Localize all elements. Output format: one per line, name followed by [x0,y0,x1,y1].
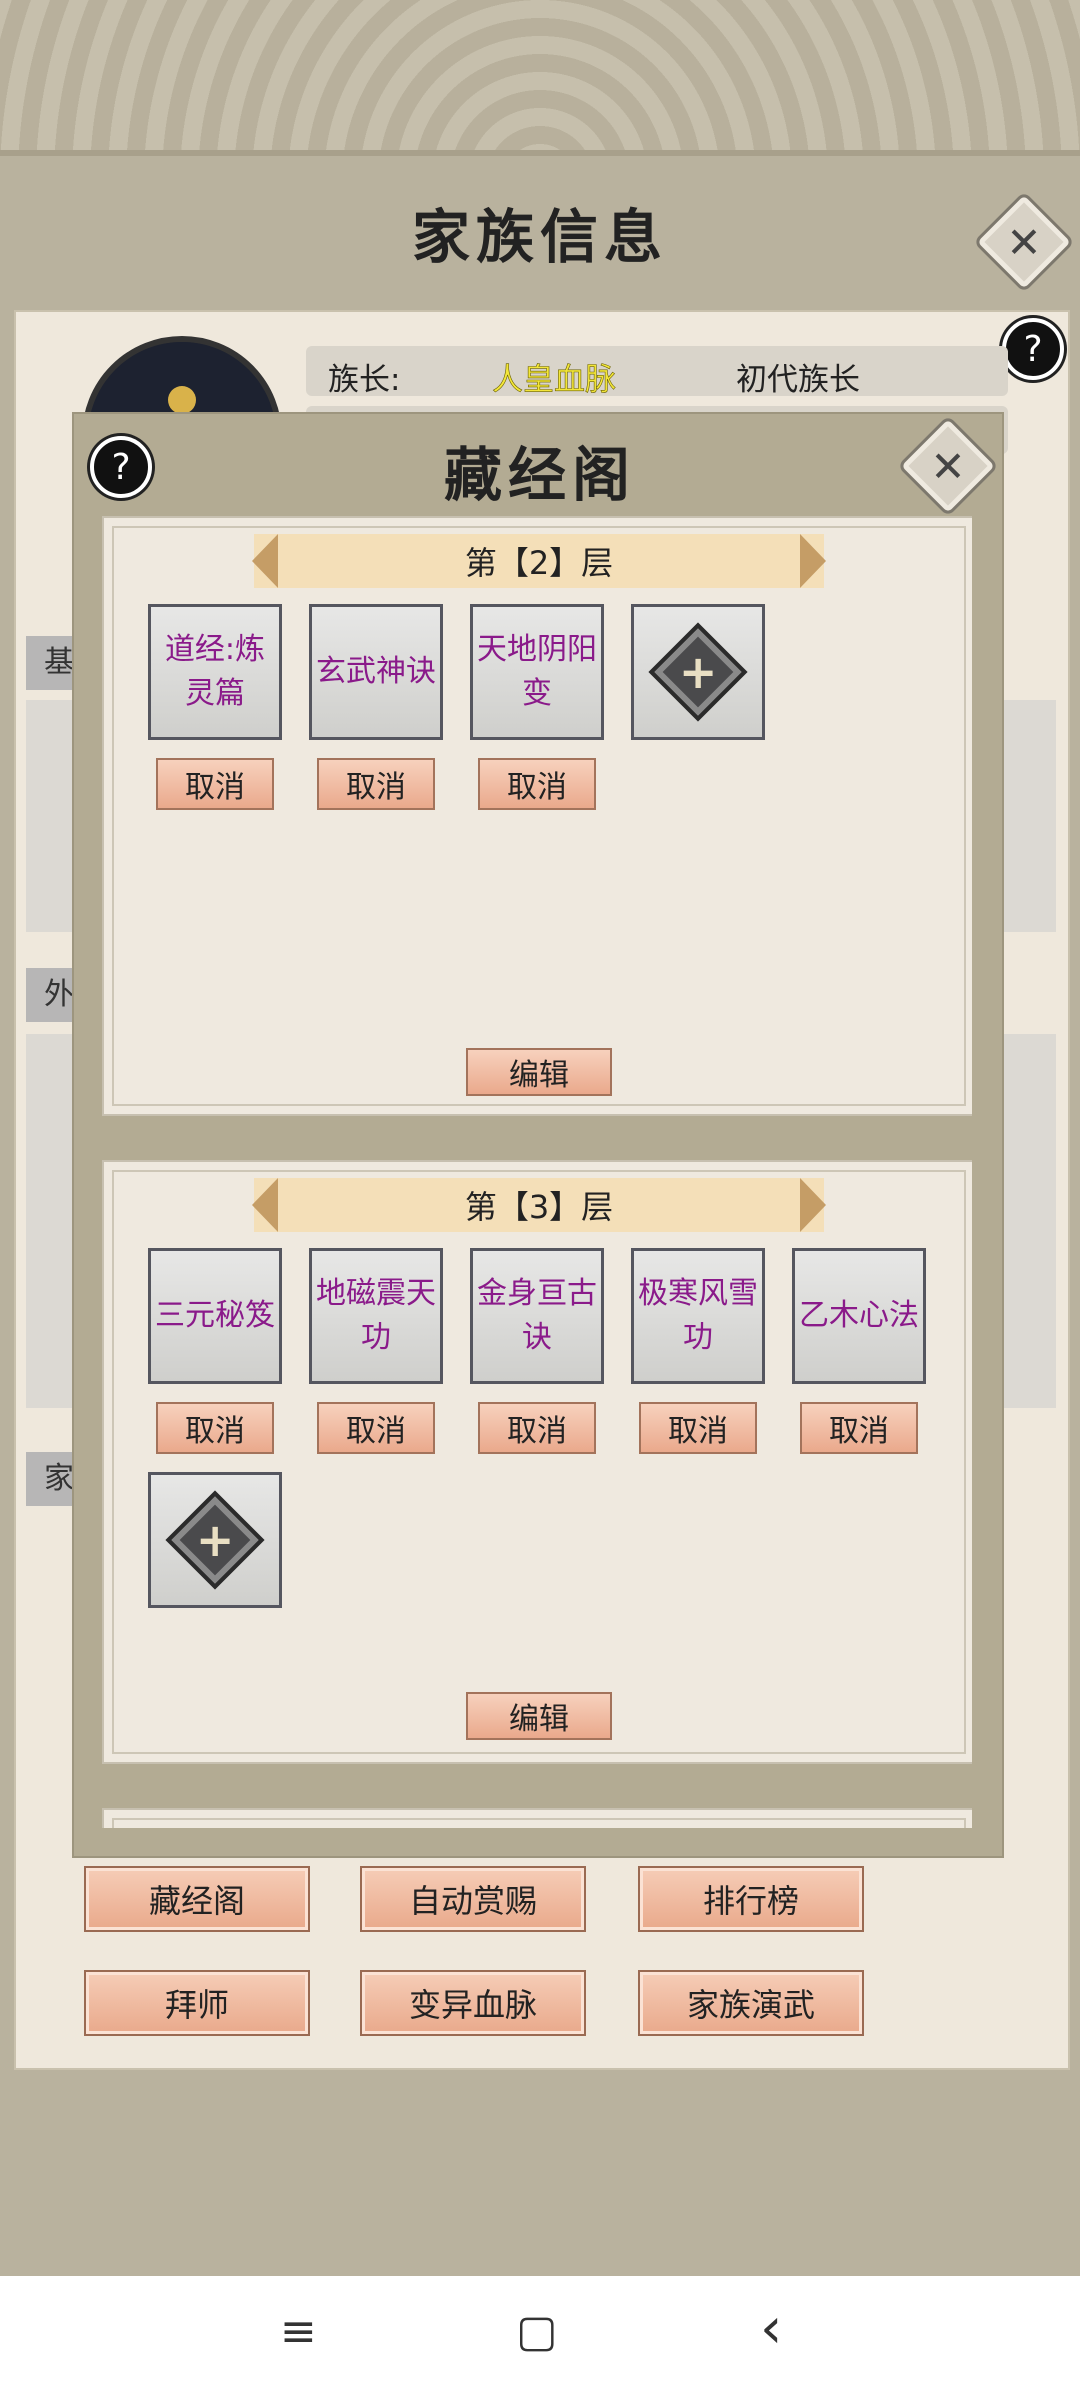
ranking-button[interactable]: 排行榜 [638,1866,864,1932]
floor-card [102,1808,972,1828]
library-floors-list[interactable]: 第【2】层 道经:炼灵篇 玄武神诀 天地阴阳变 + 取消 取消 取消 编辑 第【… [102,516,972,1828]
close-icon: ✕ [1006,217,1042,267]
back-icon[interactable]: ‹ [760,2296,782,2361]
cancel-button[interactable]: 取消 [800,1402,918,1454]
cancel-button[interactable]: 取消 [317,1402,435,1454]
home-icon[interactable]: ▢ [516,2306,558,2357]
prev-floor-icon[interactable] [252,534,278,588]
cancel-button[interactable]: 取消 [156,758,274,810]
floor-card: 第【3】层 三元秘笈 地磁震天功 金身亘古诀 极寒风雪功 乙木心法 取消 取消 … [102,1160,972,1764]
cancel-button[interactable]: 取消 [639,1402,757,1454]
cancel-button[interactable]: 取消 [478,1402,596,1454]
floor-header[interactable]: 第【3】层 [252,1178,826,1232]
help-icon: ? [111,446,131,488]
menu-icon[interactable]: ≡ [280,2306,317,2357]
floor-header[interactable]: 第【2】层 [252,534,826,588]
cancel-button[interactable]: 取消 [478,758,596,810]
top-decorative-band [0,0,1080,156]
family-info-title: 家族信息 [411,203,668,271]
leader-rank: 初代族长 [736,362,860,398]
cancel-button[interactable]: 取消 [156,1402,274,1454]
skill-slot[interactable]: 金身亘古诀 [470,1248,604,1384]
skill-slot[interactable]: 乙木心法 [792,1248,926,1384]
skill-slot[interactable]: 极寒风雪功 [631,1248,765,1384]
next-floor-icon[interactable] [800,1178,826,1232]
close-icon: ✕ [930,441,966,491]
family-help-button[interactable]: ? [1002,318,1064,380]
library-help-button[interactable]: ? [90,436,152,498]
plus-icon: + [648,622,748,722]
library-button[interactable]: 藏经阁 [84,1866,310,1932]
bloodline-value: 人皇血脉 [492,362,617,399]
edit-button[interactable]: 编辑 [466,1048,612,1096]
add-skill-slot[interactable]: + [631,604,765,740]
apprentice-button[interactable]: 拜师 [84,1970,310,2036]
add-skill-slot[interactable]: + [148,1472,282,1608]
family-martial-button[interactable]: 家族演武 [638,1970,864,2036]
floor-title: 第【3】层 [464,1188,614,1226]
plus-icon: + [165,1490,265,1590]
next-floor-icon[interactable] [800,534,826,588]
prev-floor-icon[interactable] [252,1178,278,1232]
floor-card: 第【2】层 道经:炼灵篇 玄武神诀 天地阴阳变 + 取消 取消 取消 编辑 [102,516,972,1116]
skill-slot[interactable]: 地磁震天功 [309,1248,443,1384]
skill-slot[interactable]: 天地阴阳变 [470,604,604,740]
auto-reward-button[interactable]: 自动赏赐 [360,1866,586,1932]
floor-title: 第【2】层 [464,544,614,582]
cancel-button[interactable]: 取消 [317,758,435,810]
help-icon: ? [1023,328,1043,370]
edit-button[interactable]: 编辑 [466,1692,612,1740]
skill-slot[interactable]: 道经:炼灵篇 [148,604,282,740]
mutant-bloodline-button[interactable]: 变异血脉 [360,1970,586,2036]
leader-label: 族长: [328,362,401,398]
skill-slot[interactable]: 三元秘笈 [148,1248,282,1384]
leader-row: 族长: 人皇血脉 初代族长 [306,346,1008,399]
skill-slot[interactable]: 玄武神诀 [309,604,443,740]
